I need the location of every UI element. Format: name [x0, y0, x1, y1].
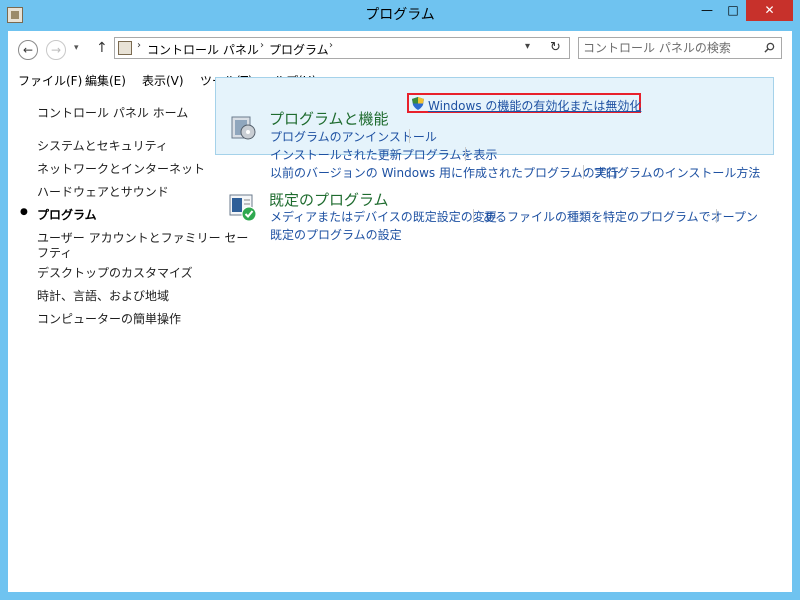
address-dropdown-icon[interactable]: ▾ — [525, 41, 530, 52]
category-appearance[interactable]: デスクトップのカスタマイズ — [37, 264, 193, 281]
breadcrumb-programs[interactable]: プログラム — [269, 41, 329, 58]
back-button[interactable]: ← — [18, 40, 38, 60]
default-programs-icon[interactable] — [228, 192, 258, 222]
breadcrumb-control-panel[interactable]: コントロール パネル — [147, 41, 259, 58]
link-separator — [409, 129, 410, 143]
control-panel-home-link[interactable]: コントロール パネル ホーム — [37, 104, 188, 121]
category-user-accounts-cont[interactable]: フティ — [37, 244, 72, 261]
menu-view[interactable]: 表示(V) — [142, 72, 184, 89]
uac-shield-icon — [412, 97, 424, 110]
windows-features-link[interactable]: Windows の機能の有効化または無効化 — [428, 97, 641, 114]
category-hardware-sound[interactable]: ハードウェアとサウンド — [37, 183, 169, 200]
programs-features-icon[interactable] — [228, 112, 258, 142]
category-ease-of-access[interactable]: コンピューターの簡単操作 — [37, 310, 181, 327]
how-to-install-link[interactable]: プログラムのインストール方法 — [593, 164, 760, 181]
window: プログラム — □ ✕ ← → ▾ ↑ › コントロール パネル › プログラム… — [0, 0, 800, 600]
link-separator — [583, 165, 584, 179]
link-separator — [716, 209, 717, 223]
breadcrumb-caret-icon[interactable]: › — [260, 40, 264, 51]
maximize-button[interactable]: □ — [720, 0, 746, 21]
window-title: プログラム — [365, 7, 435, 23]
category-network-internet[interactable]: ネットワークとインターネット — [37, 160, 205, 177]
search-input[interactable] — [583, 39, 755, 57]
compatibility-link[interactable]: 以前のバージョンの Windows 用に作成されたプログラムの実行 — [270, 164, 619, 181]
close-button[interactable]: ✕ — [746, 0, 793, 21]
view-updates-link[interactable]: インストールされた更新プログラムを表示 — [270, 146, 497, 163]
programs-features-title[interactable]: プログラムと機能 — [269, 108, 389, 129]
control-panel-icon — [118, 41, 132, 55]
current-category-bullet: ● — [20, 207, 28, 217]
menu-file[interactable]: ファイル(F) — [18, 72, 82, 89]
search-icon[interactable] — [764, 42, 775, 53]
menu-edit[interactable]: 編集(E) — [85, 72, 126, 89]
recent-locations-button[interactable]: ▾ — [74, 43, 79, 53]
category-system-security[interactable]: システムとセキュリティ — [37, 137, 168, 154]
forward-button[interactable]: → — [46, 40, 66, 60]
category-programs[interactable]: プログラム — [37, 206, 97, 223]
breadcrumb-caret-icon[interactable]: › — [329, 40, 333, 51]
up-button[interactable]: ↑ — [96, 40, 108, 56]
search-box[interactable] — [578, 37, 782, 59]
refresh-button[interactable]: ↻ — [542, 37, 570, 59]
default-programs-title[interactable]: 既定のプログラム — [269, 189, 389, 210]
breadcrumb-caret-icon[interactable]: › — [137, 40, 141, 51]
set-default-programs-link[interactable]: 既定のプログラムの設定 — [270, 226, 402, 243]
link-separator — [473, 209, 474, 223]
minimize-button[interactable]: — — [694, 0, 720, 21]
title-bar[interactable]: プログラム — □ ✕ — [0, 0, 800, 31]
media-device-defaults-link[interactable]: メディアまたはデバイスの既定設定の変更 — [270, 208, 497, 225]
link-separator — [465, 147, 466, 161]
address-bar[interactable]: › コントロール パネル › プログラム › ▾ — [114, 37, 570, 59]
navigation-bar: ← → ▾ ↑ › コントロール パネル › プログラム › ▾ ↻ — [8, 31, 792, 69]
category-clock-region[interactable]: 時計、言語、および地域 — [37, 287, 169, 304]
uninstall-program-link[interactable]: プログラムのアンインストール — [270, 128, 437, 145]
